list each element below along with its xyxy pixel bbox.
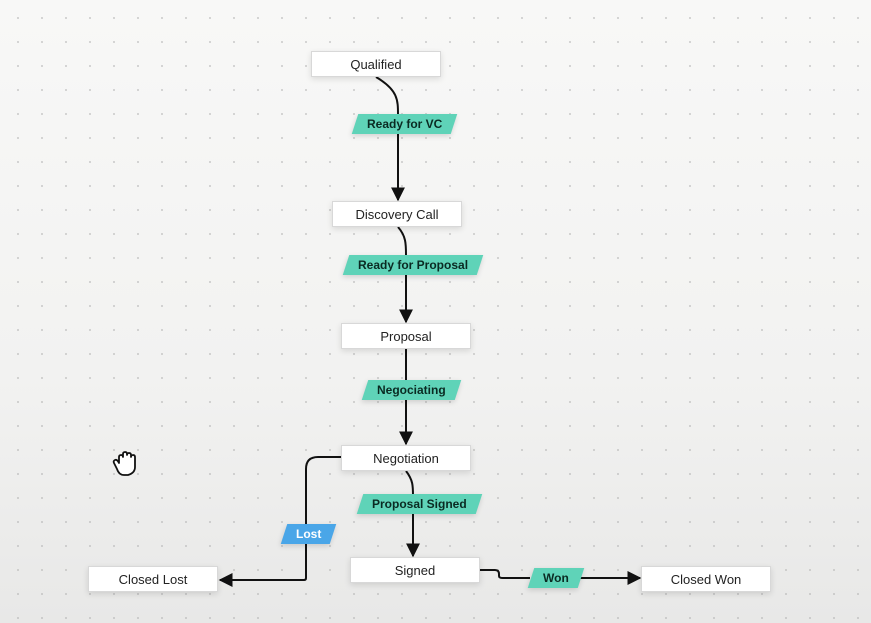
stage-node-negotiation[interactable]: Negotiation [341,445,471,471]
stage-label: Proposal [380,329,431,344]
stage-label: Negotiation [373,451,439,466]
edges-layer [0,0,871,623]
stage-node-closed-won[interactable]: Closed Won [641,566,771,592]
stage-label: Closed Won [671,572,742,587]
stage-label: Closed Lost [119,572,188,587]
stage-node-closed-lost[interactable]: Closed Lost [88,566,218,592]
stage-label: Qualified [350,57,401,72]
stage-node-discovery[interactable]: Discovery Call [332,201,462,227]
transition-text: Ready for VC [367,117,442,131]
transition-text: Proposal Signed [372,497,467,511]
transition-text: Negociating [377,383,446,397]
stage-node-proposal[interactable]: Proposal [341,323,471,349]
transition-proposal-signed[interactable]: Proposal Signed [357,494,482,514]
stage-node-signed[interactable]: Signed [350,557,480,583]
transition-won[interactable]: Won [528,568,584,588]
stage-label: Discovery Call [355,207,438,222]
transition-text: Ready for Proposal [358,258,468,272]
transition-lost[interactable]: Lost [281,524,337,544]
transition-text: Won [543,571,569,585]
stage-label: Signed [395,563,435,578]
flow-canvas[interactable]: Qualified Discovery Call Proposal Negoti… [0,0,871,623]
transition-negociating[interactable]: Negociating [362,380,461,400]
transition-text: Lost [296,527,321,541]
transition-ready-for-vc[interactable]: Ready for VC [352,114,458,134]
stage-node-qualified[interactable]: Qualified [311,51,441,77]
transition-ready-for-proposal[interactable]: Ready for Proposal [343,255,484,275]
